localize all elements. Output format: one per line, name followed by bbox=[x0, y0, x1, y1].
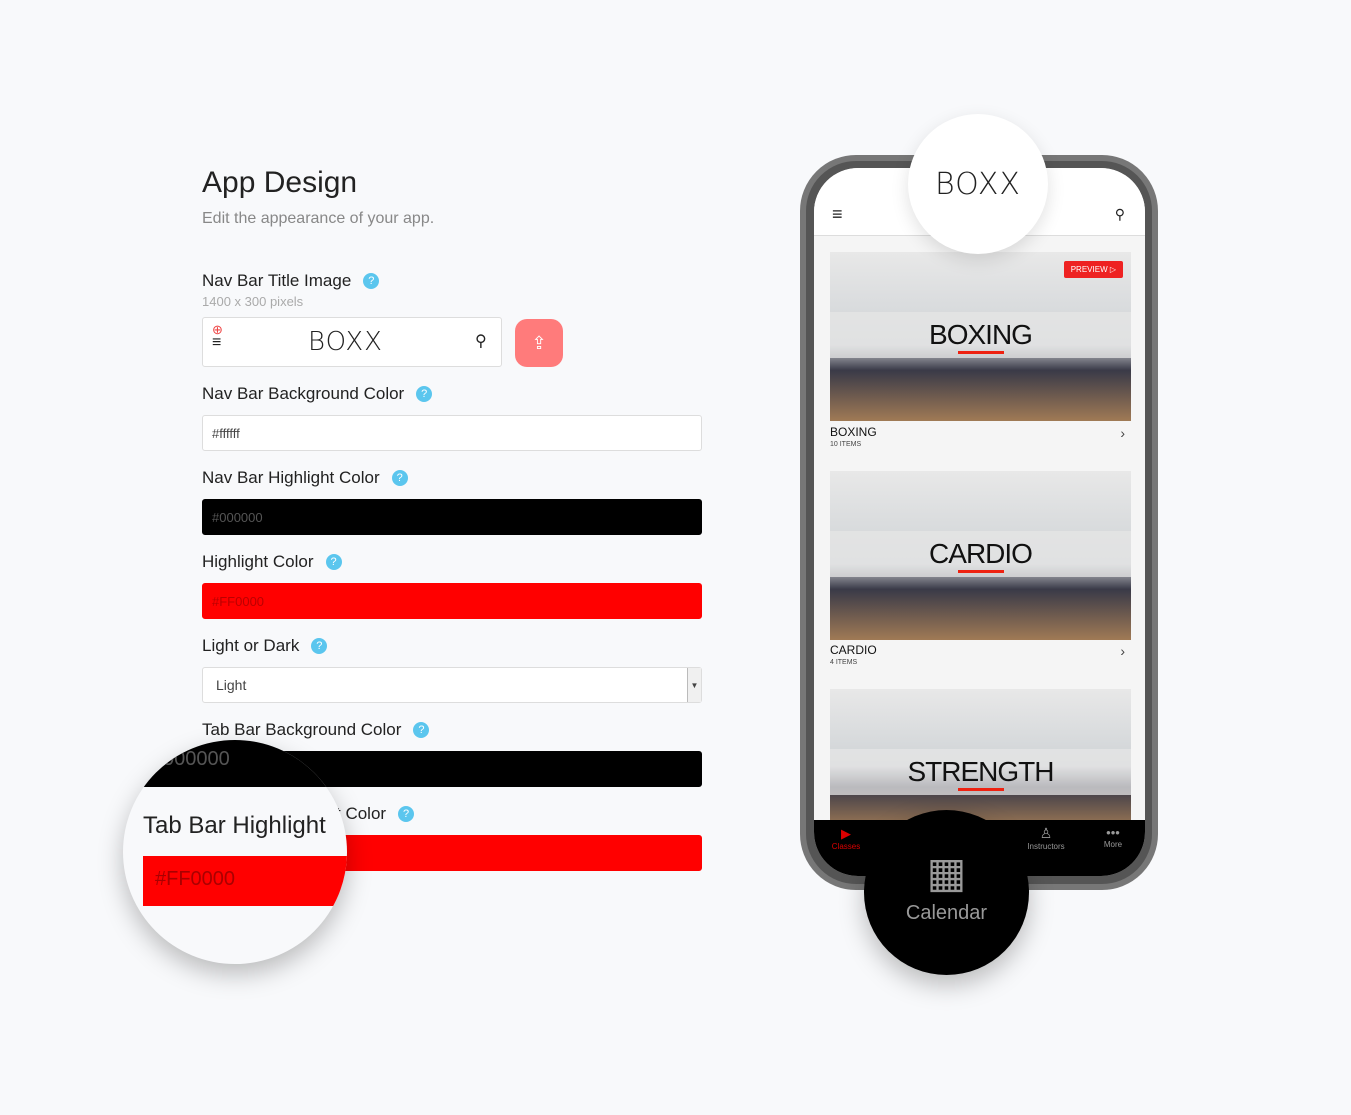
preview-button[interactable]: PREVIEW ▷ bbox=[1063, 261, 1123, 278]
card-count: 4 ITEMS bbox=[830, 659, 858, 666]
card-title: BOXING bbox=[830, 425, 877, 439]
menu-icon[interactable]: ≡ bbox=[832, 204, 843, 225]
magnified-red-field: #FF0000 bbox=[143, 856, 347, 906]
tab-label: Calendar bbox=[905, 902, 988, 924]
tab-more[interactable]: ••• More bbox=[1083, 820, 1143, 849]
preview-label: PREVIEW bbox=[1070, 265, 1108, 274]
select-value: Light bbox=[216, 677, 247, 693]
card-title: CARDIO bbox=[830, 643, 877, 657]
dropdown-arrow-icon[interactable]: ▼ bbox=[687, 668, 701, 702]
logo-magnifier: BOXX bbox=[908, 114, 1048, 254]
search-icon: ⚲ bbox=[475, 333, 487, 350]
upload-icon: ⇪ bbox=[531, 332, 547, 353]
label-text: t Color bbox=[336, 804, 387, 823]
highlight-input[interactable]: #FF0000 bbox=[202, 583, 702, 619]
chevron-right-icon[interactable]: › bbox=[1120, 425, 1125, 441]
highlight-label: Highlight Color? bbox=[202, 552, 342, 572]
card-cardio-image[interactable]: CARDIO bbox=[830, 471, 1131, 640]
page-title: App Design bbox=[202, 166, 358, 199]
tab-label: Classes bbox=[831, 842, 861, 851]
light-dark-label: Light or Dark? bbox=[202, 636, 328, 656]
upload-button[interactable]: ⇪ bbox=[515, 319, 563, 367]
menu-icon: ≡ bbox=[212, 334, 222, 351]
more-icon: ••• bbox=[1106, 825, 1120, 840]
play-icon: ▶ bbox=[841, 826, 851, 841]
help-icon[interactable]: ? bbox=[391, 470, 408, 486]
person-icon: ♙ bbox=[1039, 825, 1053, 841]
tab-bg-label: Tab Bar Background Color? bbox=[202, 720, 430, 740]
tab-classes[interactable]: ▶ Classes bbox=[816, 820, 876, 851]
boxx-logo: BOXX bbox=[935, 166, 1021, 202]
magnifier-lens: 000000 Tab Bar Highlight #FF0000 bbox=[123, 740, 347, 964]
boxx-logo: BOXX bbox=[308, 327, 383, 357]
card-count: 10 ITEMS bbox=[830, 441, 862, 448]
help-icon[interactable]: ? bbox=[416, 386, 433, 402]
nav-bg-input[interactable]: #ffffff bbox=[202, 415, 702, 451]
card-strength-image[interactable]: STRENGTH bbox=[830, 689, 1131, 829]
label-text: Nav Bar Highlight Color bbox=[202, 468, 380, 487]
magnified-value: 000000 bbox=[123, 740, 347, 787]
card-boxing-image[interactable]: BOXING PREVIEW ▷ bbox=[830, 252, 1131, 421]
help-icon[interactable]: ? bbox=[398, 806, 415, 822]
magnified-label: Tab Bar Highlight bbox=[143, 812, 326, 839]
nav-bg-label: Nav Bar Background Color? bbox=[202, 384, 433, 404]
card-band-title: BOXING bbox=[929, 319, 1033, 350]
nav-highlight-input[interactable]: #000000 bbox=[202, 499, 702, 535]
label-text: Nav Bar Title Image bbox=[202, 271, 352, 290]
help-icon[interactable]: ? bbox=[311, 638, 328, 654]
search-icon[interactable]: ⚲ bbox=[1115, 206, 1125, 223]
calendar-icon: ▦ bbox=[926, 849, 967, 896]
help-icon[interactable]: ? bbox=[325, 554, 342, 570]
label-text: Light or Dark bbox=[202, 636, 300, 655]
phone-screen: ≡ ⚲ BOXING PREVIEW ▷ BOXING 10 ITEMS › C… bbox=[814, 168, 1145, 876]
label-text: Tab Bar Background Color bbox=[202, 720, 402, 739]
tab-label: More bbox=[1103, 840, 1123, 849]
nav-highlight-label: Nav Bar Highlight Color? bbox=[202, 468, 408, 488]
help-icon[interactable]: ? bbox=[413, 722, 430, 738]
card-band-title: STRENGTH bbox=[907, 756, 1055, 787]
nav-title-image-preview: ⊕ ≡ BOXX ⚲ bbox=[202, 317, 502, 367]
label-text: Nav Bar Background Color bbox=[202, 384, 405, 403]
chevron-right-icon[interactable]: › bbox=[1120, 643, 1125, 659]
card-band-title: CARDIO bbox=[929, 538, 1033, 569]
tab-instructors[interactable]: ♙ Instructors bbox=[1016, 820, 1076, 851]
tab-highlight-label: t Color? bbox=[336, 804, 415, 824]
light-dark-select[interactable]: Light ▼ bbox=[202, 667, 702, 703]
tab-label: Instructors bbox=[1027, 842, 1065, 851]
page-subtitle: Edit the appearance of your app. bbox=[202, 210, 435, 227]
image-size-hint: 1400 x 300 pixels bbox=[202, 294, 304, 309]
nav-title-image-label: Nav Bar Title Image? bbox=[202, 271, 380, 291]
label-text: Highlight Color bbox=[202, 552, 314, 571]
tab-calendar-magnifier[interactable]: ▦ Calendar bbox=[864, 810, 1029, 975]
help-icon[interactable]: ? bbox=[363, 273, 380, 289]
